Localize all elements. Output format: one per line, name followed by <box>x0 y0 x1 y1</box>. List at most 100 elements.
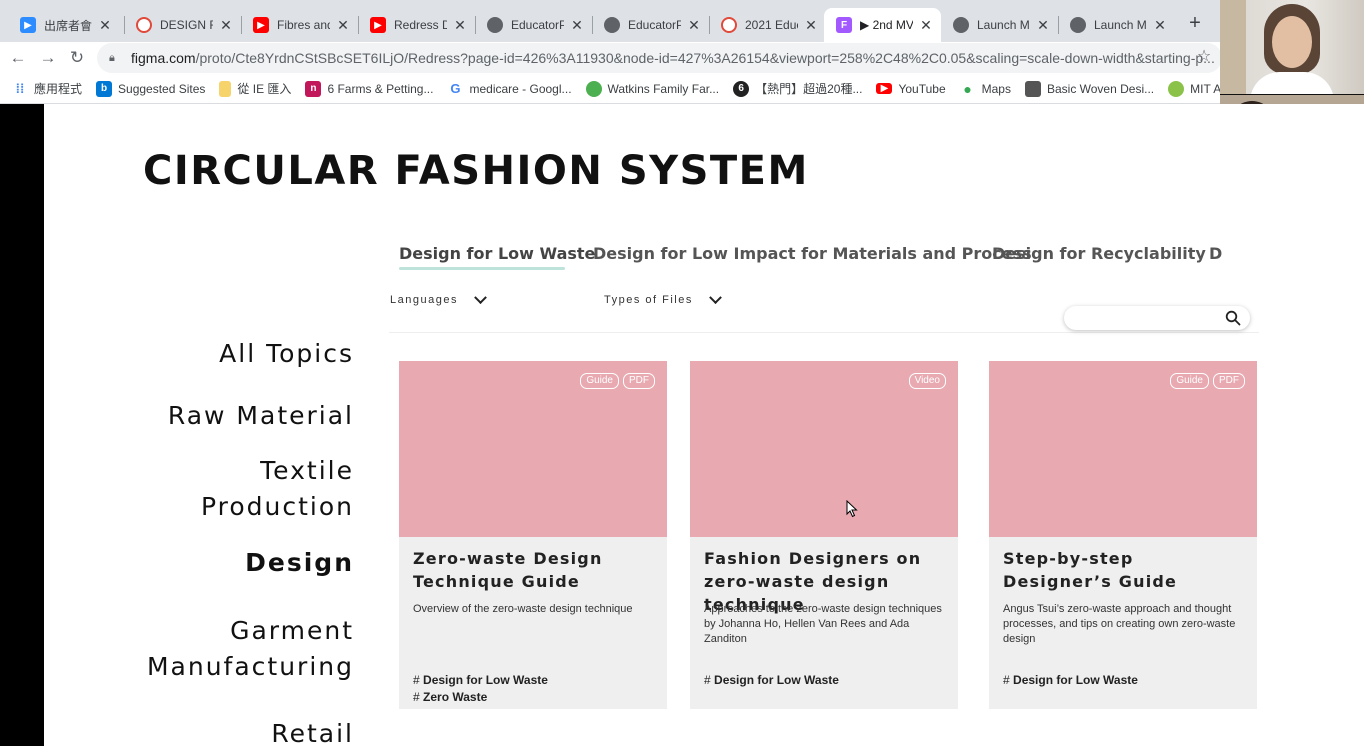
url-text[interactable]: figma.com/proto/Cte8YrdnCStSBcSET6ILjO/R… <box>131 50 1222 66</box>
browser-tab[interactable]: DESIGN FO ✕ <box>124 8 241 42</box>
google-icon: G <box>447 80 464 97</box>
card-badges: Guide PDF <box>1170 373 1245 389</box>
close-tab-icon[interactable]: ✕ <box>570 17 584 34</box>
zoom-icon: ▶ <box>20 17 36 33</box>
back-arrow-icon[interactable]: ← <box>6 46 30 70</box>
sidebar-item-textile-production[interactable]: Textile Production <box>201 453 354 525</box>
sidebar-item-label: Raw Material <box>167 401 354 430</box>
sidebar-item-label: Production <box>200 492 354 521</box>
bing-icon: b <box>96 80 113 97</box>
browser-tab[interactable]: Launch Me ✕ <box>941 8 1058 42</box>
bookmark-item[interactable]: ▶ YouTube <box>876 82 946 96</box>
bookmark-apps[interactable]: ⁞⁞ 應用程式 <box>12 80 82 97</box>
card-tag[interactable]: # Design for Low Waste <box>704 672 839 689</box>
tab-design-for-low-impact[interactable]: Design for Low Impact for Materials and … <box>593 244 1032 263</box>
six-logo-icon: 6 <box>733 80 750 97</box>
browser-tab[interactable]: EducatorPa ✕ <box>475 8 592 42</box>
search-input[interactable] <box>1064 306 1250 330</box>
close-tab-icon[interactable]: ✕ <box>1036 17 1050 34</box>
n-logo-icon: n <box>305 80 322 97</box>
tab-title: EducatorPa <box>511 18 564 32</box>
search-icon[interactable] <box>1225 310 1241 326</box>
sidebar-item-retail[interactable]: Retail <box>271 716 354 746</box>
tab-title: ▶ 2nd MVI <box>860 18 913 32</box>
resource-card[interactable]: Video Fashion Designers on zero-waste de… <box>690 361 958 709</box>
tag-label: Zero Waste <box>423 690 488 704</box>
prototype-frame: CIRCULAR FASHION SYSTEM Design for Low W… <box>44 104 1364 746</box>
badge-video: Video <box>908 373 946 389</box>
types-of-files-dropdown[interactable]: Types of Files <box>604 290 722 306</box>
resource-card[interactable]: Guide PDF Step-by-step Designer’s Guide … <box>989 361 1257 709</box>
sidebar-item-all-topics[interactable]: All Topics <box>219 336 354 372</box>
card-tags: # Design for Low Waste <box>1003 672 1138 689</box>
url-host: figma.com <box>131 50 196 66</box>
bookmark-label: Suggested Sites <box>118 81 206 96</box>
card-tags: # Design for Low Waste # Zero Waste <box>413 672 548 706</box>
bookmark-item[interactable]: Basic Woven Desi... <box>1024 80 1154 97</box>
forward-arrow-icon[interactable]: → <box>36 46 60 70</box>
bookmark-item[interactable]: Watkins Family Far... <box>585 80 719 97</box>
reload-icon[interactable]: ↻ <box>65 46 89 70</box>
browser-tab[interactable]: 2021 Educ ✕ <box>709 8 826 42</box>
bookmark-item[interactable]: b Suggested Sites <box>96 80 206 97</box>
bookmark-item[interactable]: 從 IE 匯入 <box>219 80 291 97</box>
bookmark-label: Maps <box>981 81 1011 96</box>
bookmark-label: 6 Farms & Petting... <box>327 81 434 96</box>
close-tab-icon[interactable]: ✕ <box>1153 17 1167 34</box>
browser-tab[interactable]: ▶ Redress De ✕ <box>358 8 475 42</box>
bookmark-label: 【熱門】超過20種... <box>755 82 863 96</box>
resource-card[interactable]: Guide PDF Zero-waste Design Technique Gu… <box>399 361 667 709</box>
close-tab-icon[interactable]: ✕ <box>919 17 933 34</box>
browser-tab-active[interactable]: F ▶ 2nd MVI ✕ <box>824 8 941 42</box>
sidebar-item-design[interactable]: Design <box>245 545 354 581</box>
bookmark-item[interactable]: G medicare - Googl... <box>447 80 572 97</box>
tab-design-for-low-waste[interactable]: Design for Low Waste <box>399 244 595 263</box>
card-description: Angus Tsui’s zero-waste approach and tho… <box>1003 603 1236 645</box>
tab-title: Launch Me <box>1094 18 1147 32</box>
tab-title: Launch Me <box>977 18 1030 32</box>
address-bar[interactable]: 🔒︎ figma.com/proto/Cte8YrdnCStSBcSET6ILj… <box>97 43 1222 73</box>
badge-pdf: PDF <box>623 373 655 389</box>
globe-icon <box>1070 17 1086 33</box>
tag-label: Design for Low Waste <box>1013 673 1138 687</box>
card-tag[interactable]: # Design for Low Waste <box>1003 672 1138 689</box>
browser-tab[interactable]: ▶ 出席者會後 ✕ <box>8 8 120 42</box>
tab-design-for-recyclability[interactable]: Design for Recyclability <box>992 244 1206 263</box>
close-tab-icon[interactable]: ✕ <box>98 17 112 34</box>
browser-tab[interactable]: ▶ Fibres and ✕ <box>241 8 358 42</box>
bookmark-item[interactable]: ● Maps <box>960 81 1011 97</box>
browser-tab[interactable]: EducatorPa ✕ <box>592 8 709 42</box>
leaf-icon <box>585 80 602 97</box>
bookmark-item[interactable]: n 6 Farms & Petting... <box>305 80 434 97</box>
bookmark-star-icon[interactable]: ☆ <box>1194 46 1214 66</box>
tag-prefix: # <box>413 690 420 704</box>
tab-next-truncated[interactable]: D <box>1209 244 1222 263</box>
lock-icon: 🔒︎ <box>109 52 115 64</box>
close-tab-icon[interactable]: ✕ <box>219 17 233 34</box>
types-of-files-label: Types of Files <box>604 294 693 306</box>
folder-icon <box>219 80 232 97</box>
participant-video[interactable] <box>1220 0 1364 94</box>
card-tag[interactable]: # Zero Waste <box>413 689 548 706</box>
browser-tab[interactable]: Launch Me ✕ <box>1058 8 1175 42</box>
target-icon <box>721 17 737 33</box>
browser-tab-bar: ▶ 出席者會後 ✕ DESIGN FO ✕ ▶ Fibres and ✕ ▶ R… <box>0 0 1220 42</box>
card-description: Overview of the zero-waste design techni… <box>413 603 633 615</box>
active-tab-underline <box>399 267 565 270</box>
close-tab-icon[interactable]: ✕ <box>453 17 467 34</box>
tab-title: DESIGN FO <box>160 18 213 32</box>
new-tab-button[interactable]: + <box>1184 12 1206 34</box>
card-tag[interactable]: # Design for Low Waste <box>413 672 548 689</box>
close-tab-icon[interactable]: ✕ <box>336 17 350 34</box>
sidebar-item-garment-manufacturing[interactable]: Garment Manufacturing <box>147 613 354 685</box>
sidebar-item-label: Textile <box>260 456 354 485</box>
badge-guide: Guide <box>1170 373 1209 389</box>
tab-title: 出席者會後 <box>44 18 92 33</box>
globe-icon <box>487 17 503 33</box>
mit-app-icon <box>1168 80 1185 97</box>
bookmark-item[interactable]: 6 【熱門】超過20種... <box>733 80 862 97</box>
languages-dropdown[interactable]: Languages <box>390 290 487 306</box>
close-tab-icon[interactable]: ✕ <box>687 17 701 34</box>
sidebar-item-raw-material[interactable]: Raw Material <box>168 398 354 434</box>
close-tab-icon[interactable]: ✕ <box>804 17 818 34</box>
